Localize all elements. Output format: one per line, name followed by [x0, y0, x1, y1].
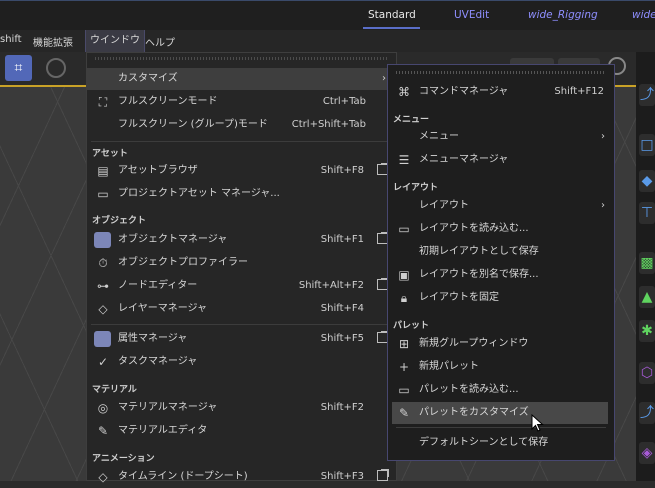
customize-submenu: ⌘ コマンドマネージャ Shift+F12 メニュー メニュー › ☰ メニュー…	[387, 64, 615, 461]
section-header-object: オブジェクト	[92, 216, 147, 226]
command-key-icon: ⌘	[398, 85, 410, 99]
folder-icon: ▭	[97, 187, 109, 201]
section-header-asset: アセット	[92, 149, 128, 159]
keyframe-icon: ◇	[98, 470, 108, 484]
layout-tab-wide-rigging[interactable]: wide_Rigging	[528, 9, 598, 21]
chevron-right-icon: ›	[601, 200, 605, 211]
menu-tearoff-handle[interactable]	[95, 57, 388, 60]
snap-settings-icon[interactable]	[46, 58, 66, 78]
menu-item-task-manager[interactable]: ✓ タスクマネージャ	[87, 351, 396, 373]
pencil-icon: ✎	[398, 406, 410, 420]
object-manager-icon	[94, 232, 111, 248]
section-header-layout: レイアウト	[393, 183, 439, 193]
section-header-menu: メニュー	[393, 115, 430, 125]
folder-icon: ▭	[398, 383, 410, 397]
undo-arrow-icon[interactable]: ⤴	[639, 84, 655, 106]
green-gear-icon[interactable]: ✱	[639, 320, 655, 342]
submenu-item-menu[interactable]: メニュー ›	[388, 126, 614, 148]
menu-item-material-manager[interactable]: ◎ マテリアルマネージャ Shift+F2	[87, 397, 396, 419]
material-icon: ◎	[97, 401, 109, 415]
blue-arrow-icon[interactable]: ⤴	[639, 402, 655, 424]
cube-solid-icon[interactable]: ◆	[639, 170, 655, 192]
submenu-item-save-layout-as[interactable]: ▣ レイアウトを別名で保存...	[388, 264, 614, 286]
menu-item-material-editor[interactable]: ✎ マテリアルエディタ	[87, 420, 396, 442]
menu-item-customize[interactable]: カスタマイズ ›	[87, 68, 396, 90]
menu-separator	[91, 141, 392, 142]
check-circle-icon: ✓	[97, 355, 109, 369]
right-palette: ⤴ □ ◆ ⊤ ▩ ▲ ✱ ⬡ ⤴ ◈	[636, 52, 655, 481]
section-header-palette: パレット	[393, 321, 430, 331]
layers-icon: ◇	[98, 302, 108, 316]
submenu-item-menu-manager[interactable]: ☰ メニューマネージャ	[388, 149, 614, 171]
menu-separator	[91, 324, 392, 325]
menu-item-fullscreen[interactable]: ⛶ フルスクリーンモード Ctrl+Tab	[87, 91, 396, 113]
archive-icon: ▤	[97, 164, 109, 178]
plus-box-icon: ⊞	[398, 337, 410, 351]
bend-icon[interactable]: ⊤	[639, 202, 655, 224]
stopwatch-icon: ⏱	[98, 256, 108, 270]
lock-icon: 🔒︎	[400, 291, 408, 305]
purple-tag-icon[interactable]: ◈	[639, 442, 655, 464]
window-menu: カスタマイズ › ⛶ フルスクリーンモード Ctrl+Tab フルスクリーン (…	[86, 52, 397, 484]
cube-icon[interactable]: □	[639, 134, 655, 156]
submenu-item-new-palette[interactable]: + 新規パレット	[388, 356, 614, 378]
menu-item-project-asset-manager[interactable]: ▭ プロジェクトアセット マネージャ...	[87, 183, 396, 205]
menu-item-attribute-manager[interactable]: 属性マネージャ Shift+F5	[87, 328, 396, 350]
submenu-item-layout[interactable]: レイアウト ›	[388, 195, 614, 217]
menu-shift[interactable]: shift	[0, 34, 22, 45]
submenu-item-customize-palette[interactable]: ✎ パレットをカスタマイズ	[392, 402, 608, 424]
submenu-item-command-manager[interactable]: ⌘ コマンドマネージャ Shift+F12	[388, 81, 614, 103]
submenu-item-load-layout[interactable]: ▭ レイアウトを読み込む...	[388, 218, 614, 240]
node-graph-icon: ⊶	[97, 279, 109, 293]
folder-icon: ▭	[398, 222, 410, 236]
attribute-manager-icon	[94, 331, 111, 347]
menu-separator	[396, 427, 606, 428]
menu-item-timeline[interactable]: ◇ タイムライン (ドープシート) Shift+F3	[87, 466, 396, 488]
purple-object-icon[interactable]: ⬡	[639, 362, 655, 384]
plus-icon: +	[398, 360, 410, 374]
layout-tab-bar: Standard UVEdit wide_Rigging wide	[0, 0, 655, 31]
menu-window[interactable]: ウインドウ	[85, 30, 145, 52]
snap-grid-icon[interactable]: ⌗	[5, 55, 32, 81]
chevron-right-icon: ›	[601, 131, 605, 142]
menu-help[interactable]: ヘルプ	[145, 34, 175, 49]
open-window-icon[interactable]	[377, 469, 389, 481]
submenu-item-lock-layout[interactable]: 🔒︎ レイアウトを固定	[388, 287, 614, 309]
menu-item-object-manager[interactable]: オブジェクトマネージャ Shift+F1	[87, 229, 396, 251]
layout-tab-standard[interactable]: Standard	[368, 9, 416, 21]
fullscreen-icon: ⛶	[98, 95, 108, 109]
layout-tab-uvedit[interactable]: UVEdit	[454, 9, 489, 21]
menu-item-object-profiler[interactable]: ⏱ オブジェクトプロファイラー	[87, 252, 396, 274]
section-header-animation: アニメーション	[92, 454, 155, 464]
menu-item-fullscreen-group[interactable]: フルスクリーン (グループ)モード Ctrl+Shift+Tab	[87, 114, 396, 136]
menu-item-asset-browser[interactable]: ▤ アセットブラウザ Shift+F8	[87, 160, 396, 182]
mouse-cursor-icon	[531, 414, 544, 432]
green-deformer-icon[interactable]: ▲	[639, 286, 655, 308]
submenu-item-save-default-scene[interactable]: デフォルトシーンとして保存	[388, 432, 614, 454]
chevron-right-icon: ›	[382, 73, 386, 84]
section-header-material: マテリアル	[92, 385, 137, 395]
save-disk-icon: ▣	[398, 268, 410, 282]
menu-item-node-editor[interactable]: ⊶ ノードエディター Shift+Alt+F2	[87, 275, 396, 297]
submenu-item-new-group-window[interactable]: ⊞ 新規グループウィンドウ	[388, 333, 614, 355]
submenu-tearoff-handle[interactable]	[396, 71, 606, 74]
menu-item-layer-manager[interactable]: ◇ レイヤーマネージャ Shift+F4	[87, 298, 396, 320]
green-object-icon[interactable]: ▩	[639, 252, 655, 274]
menu-extensions[interactable]: 機能拡張	[33, 34, 73, 49]
submenu-item-save-startup-layout[interactable]: 初期レイアウトとして保存	[388, 241, 614, 263]
menu-bar: shift 機能拡張 ウインドウ ヘルプ	[0, 30, 655, 52]
layout-tab-wide[interactable]: wide	[632, 9, 655, 21]
submenu-item-load-palette[interactable]: ▭ パレットを読み込む...	[388, 379, 614, 401]
material-editor-icon: ✎	[97, 424, 109, 438]
list-icon: ☰	[398, 153, 410, 167]
active-tab-indicator	[363, 27, 420, 29]
